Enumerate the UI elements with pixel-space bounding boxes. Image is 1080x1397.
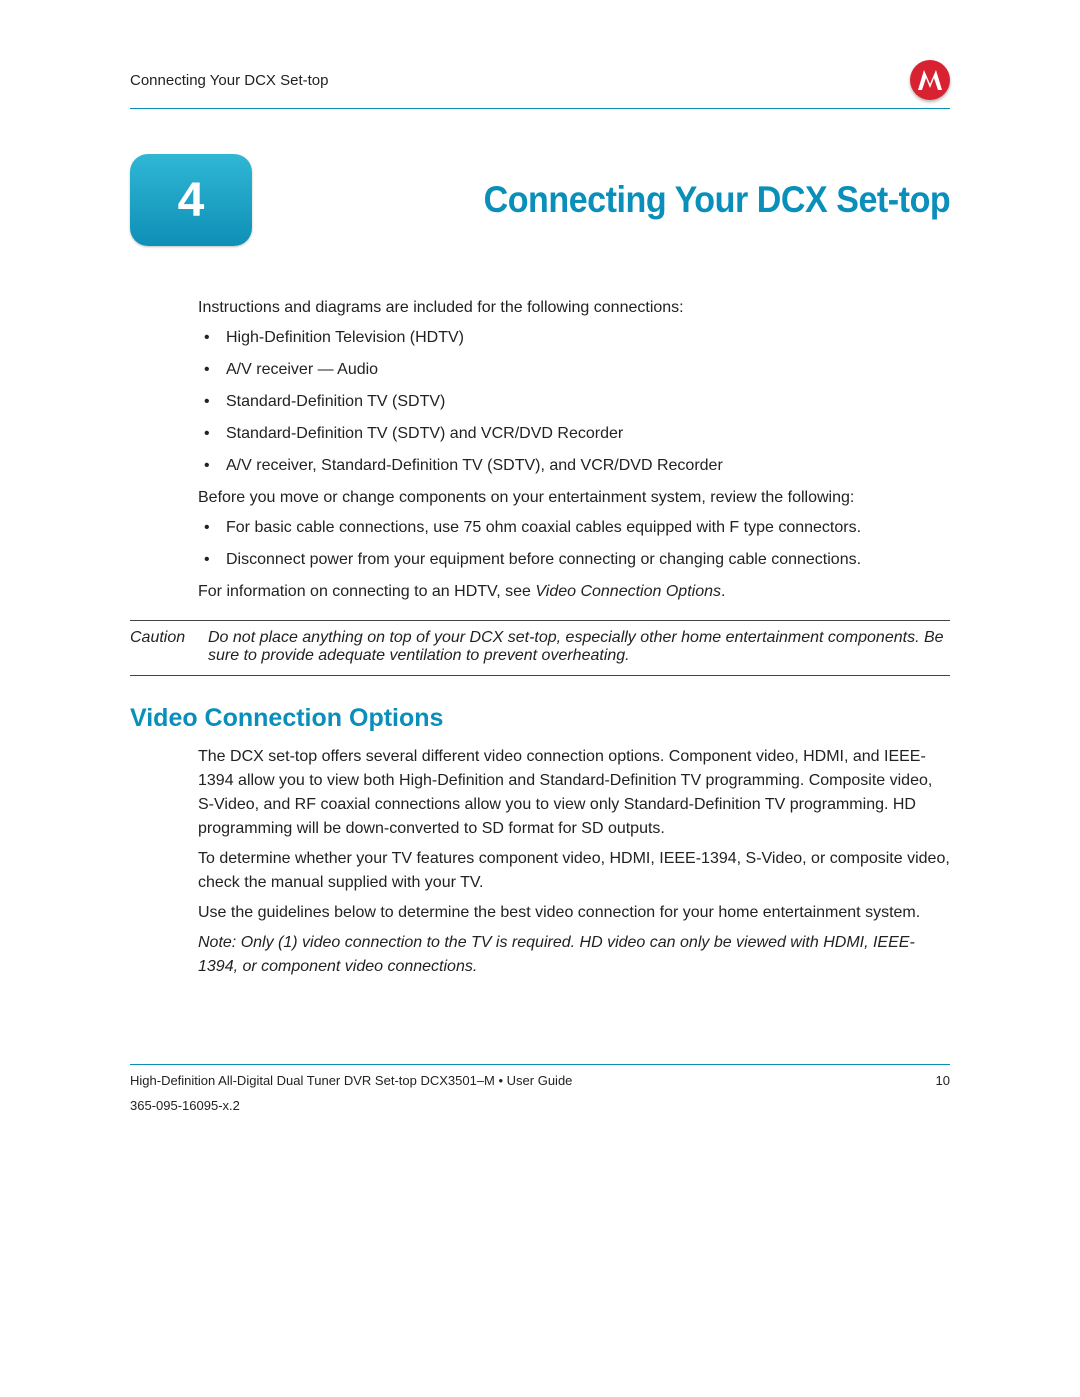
list-item: Standard-Definition TV (SDTV) <box>198 390 950 414</box>
caution-label: Caution <box>130 629 194 665</box>
page-container: Connecting Your DCX Set-top 4 Connecting… <box>0 0 1080 1153</box>
section-note: Note: Only (1) video connection to the T… <box>198 931 950 979</box>
chapter-number-badge: 4 <box>130 154 252 246</box>
review-intro: Before you move or change components on … <box>198 486 950 510</box>
section-paragraph: The DCX set-top offers several different… <box>198 745 950 841</box>
section-paragraph: Use the guidelines below to determine th… <box>198 901 950 925</box>
motorola-logo-icon <box>910 60 950 100</box>
connections-list: High-Definition Television (HDTV) A/V re… <box>198 326 950 478</box>
section-title: Video Connection Options <box>130 704 950 733</box>
list-item: Standard-Definition TV (SDTV) and VCR/DV… <box>198 422 950 446</box>
caution-text: Do not place anything on top of your DCX… <box>208 629 950 665</box>
info-line: For information on connecting to an HDTV… <box>198 580 950 604</box>
list-item: A/V receiver, Standard-Definition TV (SD… <box>198 454 950 478</box>
footer-page-number: 10 <box>936 1073 950 1113</box>
list-item: Disconnect power from your equipment bef… <box>198 548 950 572</box>
info-line-suffix: . <box>721 583 725 600</box>
list-item: For basic cable connections, use 75 ohm … <box>198 516 950 540</box>
list-item: A/V receiver — Audio <box>198 358 950 382</box>
section-paragraph: To determine whether your TV features co… <box>198 847 950 895</box>
footer-doc-title: High-Definition All-Digital Dual Tuner D… <box>130 1073 572 1088</box>
caution-block: Caution Do not place anything on top of … <box>130 620 950 676</box>
chapter-title: Connecting Your DCX Set-top <box>483 179 950 221</box>
section-body: The DCX set-top offers several different… <box>198 745 950 979</box>
info-line-prefix: For information on connecting to an HDTV… <box>198 583 535 600</box>
chapter-heading-row: 4 Connecting Your DCX Set-top <box>130 154 950 246</box>
info-line-link-text: Video Connection Options <box>535 583 721 600</box>
intro-paragraph: Instructions and diagrams are included f… <box>198 296 950 320</box>
page-header: Connecting Your DCX Set-top <box>130 60 950 109</box>
review-list: For basic cable connections, use 75 ohm … <box>198 516 950 572</box>
page-footer: High-Definition All-Digital Dual Tuner D… <box>130 1064 950 1113</box>
list-item: High-Definition Television (HDTV) <box>198 326 950 350</box>
header-breadcrumb: Connecting Your DCX Set-top <box>130 72 328 89</box>
body-content: Instructions and diagrams are included f… <box>198 296 950 604</box>
footer-part-number: 365-095-16095-x.2 <box>130 1098 572 1113</box>
